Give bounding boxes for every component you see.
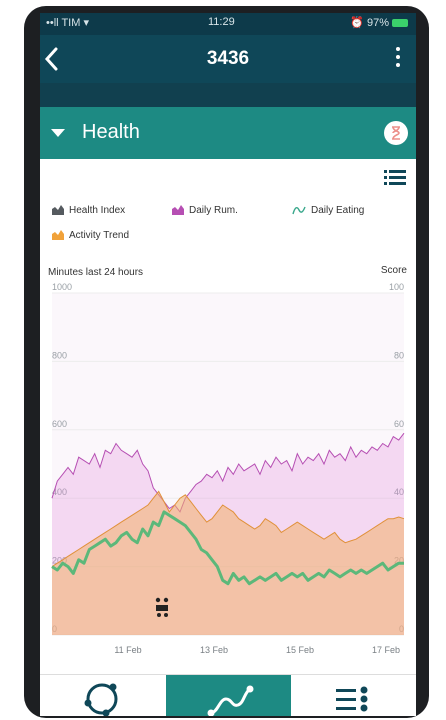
more-vert-icon <box>396 47 400 51</box>
bottom-nav <box>40 674 416 716</box>
mountain-icon <box>172 205 184 216</box>
right-tick-label: 80 <box>394 350 404 360</box>
list-icon <box>336 686 368 712</box>
clock: 11:29 <box>208 16 235 28</box>
right-tick-label: 60 <box>394 419 404 429</box>
carrier-signal: ••ll TIM ▾ <box>46 17 89 29</box>
battery-icon <box>392 19 408 28</box>
nav-cycle[interactable] <box>40 675 165 716</box>
app-bar: 3436 <box>40 35 416 83</box>
left-tick-label: 800 <box>52 350 67 360</box>
more-vert-dot <box>396 63 400 67</box>
more-options-button[interactable] <box>394 47 402 71</box>
wave-icon <box>292 207 306 215</box>
more-vert-dot <box>396 55 400 59</box>
x-tick-label: 11 Feb <box>114 645 141 655</box>
page-title: 3436 <box>206 48 250 69</box>
left-tick-label: 1000 <box>52 282 72 292</box>
chart-card: Health Index Daily Rum. Daily Eating Act… <box>40 159 416 674</box>
cycle-icon <box>84 683 118 716</box>
section-header[interactable]: Health <box>40 107 416 159</box>
hourglass-icon <box>392 126 400 140</box>
left-tick-label: 600 <box>52 419 67 429</box>
x-tick-label: 15 Feb <box>286 645 314 655</box>
legend-daily-rum[interactable]: Daily Rum. <box>172 205 238 219</box>
legend-daily-eating[interactable]: Daily Eating <box>292 205 364 219</box>
trend-icon <box>207 685 254 716</box>
right-axis-title: Score <box>380 265 407 276</box>
bar-icon <box>52 205 64 216</box>
x-tick-label: 13 Feb <box>200 645 228 655</box>
sub-bar <box>40 83 416 107</box>
screen: ••ll TIM ▾ 11:29 ⏰ 97% 3436 Health Healt… <box>40 13 416 716</box>
status-bar: ••ll TIM ▾ 11:29 ⏰ 97% <box>40 13 416 35</box>
left-axis-title: Minutes last 24 hours <box>48 267 144 278</box>
mountain-icon <box>52 230 64 241</box>
collapse-triangle-icon[interactable] <box>51 129 65 137</box>
battery-status: ⏰ 97% <box>350 16 408 29</box>
chart-list-icon[interactable] <box>384 169 406 187</box>
health-chart[interactable]: 1000100800806006040040200200011 Feb13 Fe… <box>40 279 416 671</box>
legend-activity-trend[interactable]: Activity Trend <box>52 230 129 244</box>
x-tick-label: 17 Feb <box>372 645 400 655</box>
section-title: Health <box>82 121 140 143</box>
nav-trend[interactable] <box>166 675 291 716</box>
legend-health-index[interactable]: Health Index <box>52 205 125 219</box>
nav-list[interactable] <box>292 675 416 716</box>
hourglass-button[interactable] <box>384 121 408 145</box>
right-tick-label: 100 <box>389 282 404 292</box>
